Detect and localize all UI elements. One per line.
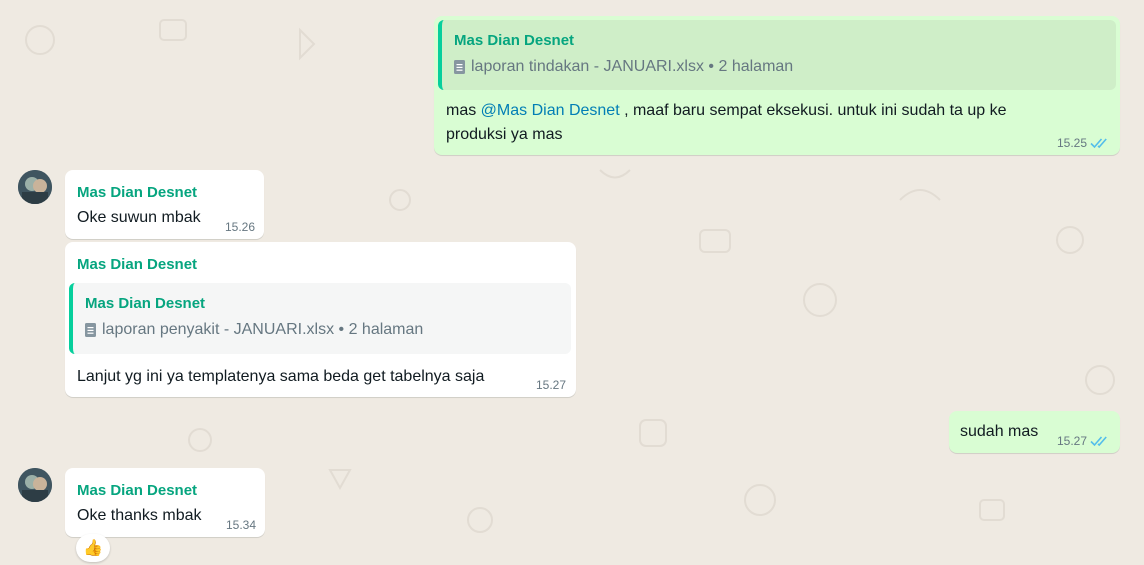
thumbs-up-reaction[interactable]: 👍 <box>76 534 110 562</box>
quoted-file: laporan tindakan - JANUARI.xlsx • 2 hala… <box>454 58 793 76</box>
message-time: 15.26 <box>224 220 255 234</box>
message-time: 15.25 <box>1056 136 1087 150</box>
message-time: 15.34 <box>225 518 256 532</box>
message-meta: 15.27 <box>1057 434 1110 448</box>
outgoing-message-bubble[interactable]: Mas Dian Desnet laporan tindakan - JANUA… <box>434 16 1120 155</box>
contact-avatar[interactable] <box>18 170 52 204</box>
sender-name[interactable]: Mas Dian Desnet <box>77 482 197 499</box>
message-meta: 15.25 <box>1057 136 1110 150</box>
sender-name[interactable]: Mas Dian Desnet <box>77 256 197 273</box>
quoted-file-label: laporan penyakit - JANUARI.xlsx • 2 hala… <box>102 321 424 338</box>
mention-link[interactable]: @Mas Dian Desnet <box>481 102 620 119</box>
sender-name[interactable]: Mas Dian Desnet <box>77 184 197 201</box>
document-icon <box>85 323 96 337</box>
message-text-prefix: mas <box>446 102 481 119</box>
avatar-image <box>18 170 52 204</box>
message-time: 15.27 <box>535 378 566 392</box>
double-check-icon <box>1090 436 1107 447</box>
document-icon <box>454 60 465 74</box>
incoming-message-bubble[interactable]: Mas Dian Desnet Mas Dian Desnet laporan … <box>65 242 576 397</box>
message-text: Oke thanks mbak <box>77 507 202 524</box>
quoted-message[interactable]: Mas Dian Desnet laporan tindakan - JANUA… <box>438 20 1116 90</box>
quoted-file-label: laporan tindakan - JANUARI.xlsx • 2 hala… <box>471 58 794 75</box>
incoming-message-bubble[interactable]: Mas Dian Desnet Oke suwun mbak 15.26 <box>65 170 264 239</box>
avatar-image <box>18 468 52 502</box>
quoted-sender-name: Mas Dian Desnet <box>454 32 575 49</box>
double-check-icon <box>1090 138 1107 149</box>
quoted-sender-name: Mas Dian Desnet <box>85 295 206 312</box>
quoted-file: laporan penyakit - JANUARI.xlsx • 2 hala… <box>85 321 423 339</box>
contact-avatar[interactable] <box>18 468 52 502</box>
message-text: mas @Mas Dian Desnet , maaf baru sempat … <box>446 99 1096 147</box>
message-text-line2: produksi ya mas <box>446 126 563 143</box>
outgoing-message-bubble[interactable]: sudah mas 15.27 <box>949 411 1120 453</box>
message-text: Oke suwun mbak <box>77 209 201 226</box>
incoming-message-bubble[interactable]: Mas Dian Desnet Oke thanks mbak 15.34 <box>65 468 265 537</box>
message-time: 15.27 <box>1056 434 1087 448</box>
quoted-message[interactable]: Mas Dian Desnet laporan penyakit - JANUA… <box>69 283 571 354</box>
message-text-rest: , maaf baru sempat eksekusi. untuk ini s… <box>619 102 1007 119</box>
message-text: sudah mas <box>960 423 1039 440</box>
message-text: Lanjut yg ini ya templatenya sama beda g… <box>77 368 485 385</box>
